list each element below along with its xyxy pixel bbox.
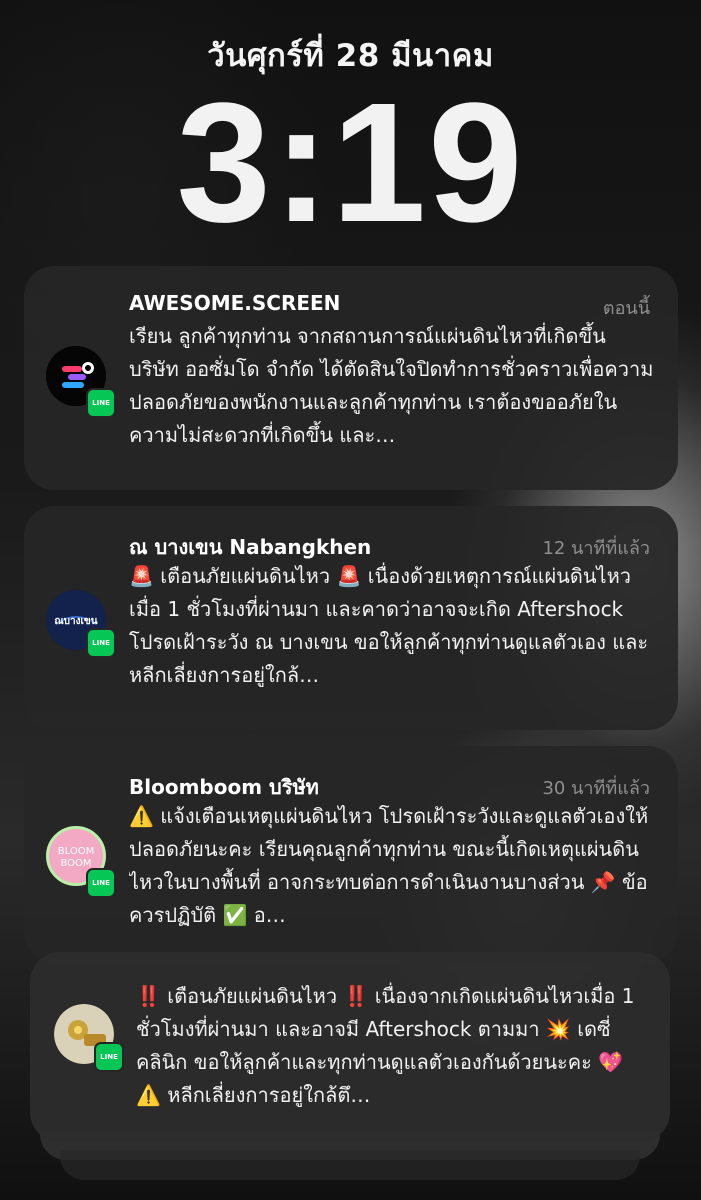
notification-stack-shadow[interactable] — [60, 1150, 640, 1180]
notification-body: ⚠️ แจ้งเตือนเหตุแผ่นดินไหว โปรดเฝ้าระวัง… — [129, 804, 649, 927]
notification-time: 30 นาทีที่แล้ว — [542, 778, 650, 799]
notification-time: ตอนนี้ — [602, 298, 650, 319]
notification-card-daisy-clinic[interactable]: LINE ‼️ เตือนภัยแผ่นดินไหว ‼️ เนื่องจากเ… — [30, 952, 670, 1142]
notification-app-name: ณ บางเขน Nabangkhen — [129, 535, 372, 559]
notification-card-bloomboom[interactable]: BLOOM BOOM LINE Bloomboom บริษัท 30 นาที… — [24, 746, 678, 962]
notification-body: 🚨 เตือนภัยแผ่นดินไหว 🚨 เนื่องด้วยเหตุการ… — [129, 564, 649, 687]
line-app-icon: LINE — [86, 388, 116, 418]
bloomboom-logo-text-1: BLOOM — [58, 846, 94, 857]
line-app-icon: LINE — [86, 868, 116, 898]
notification-app-name: AWESOME.SCREEN — [129, 291, 341, 315]
notification-card-awesome-screen[interactable]: LINE AWESOME.SCREEN ตอนนี้ เรียน ลูกค้าท… — [24, 266, 678, 490]
line-app-icon: LINE — [94, 1042, 124, 1072]
notification-time: 12 นาทีที่แล้ว — [542, 538, 650, 559]
lockscreen-clock: 3:19 — [176, 68, 525, 258]
bloomboom-logo-text-2: BOOM — [60, 858, 91, 869]
line-app-icon: LINE — [86, 628, 116, 658]
nabangkhen-logo-text: ณบางเขน — [54, 616, 97, 627]
notification-app-name: Bloomboom บริษัท — [129, 775, 319, 799]
notification-card-nabangkhen[interactable]: ณบางเขน LINE ณ บางเขน Nabangkhen 12 นาที… — [24, 506, 678, 730]
notification-body: เรียน ลูกค้าทุกท่าน จากสถานการณ์แผ่นดินไ… — [129, 324, 654, 447]
notification-body: ‼️ เตือนภัยแผ่นดินไหว ‼️ เนื่องจากเกิดแผ… — [136, 984, 635, 1107]
